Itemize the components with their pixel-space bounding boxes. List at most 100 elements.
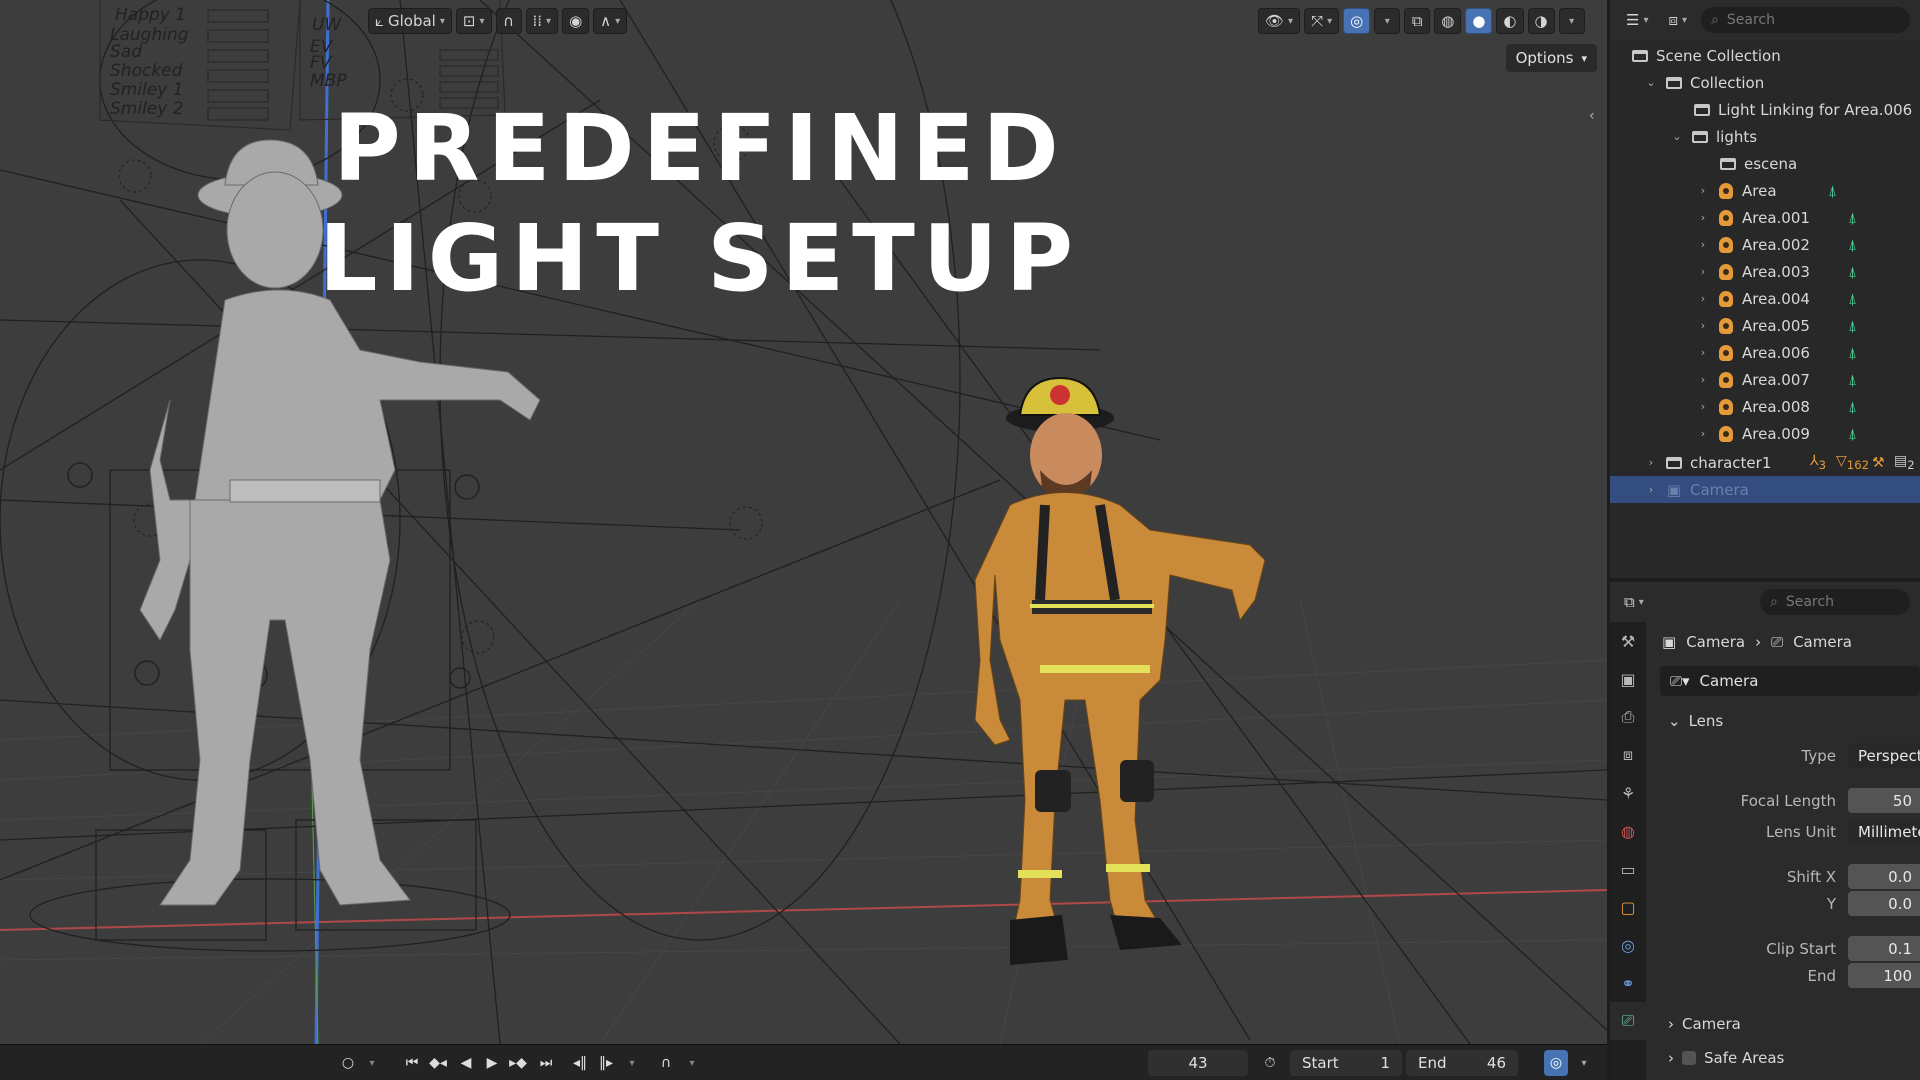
outliner-row-camera[interactable]: › ▣ Camera [1610,476,1920,503]
expand-arrow-icon[interactable]: › [1696,265,1710,278]
physics-tab-icon[interactable]: ◎ [1610,926,1646,964]
wireframe-shading-button[interactable]: ◍ [1434,8,1462,34]
outliner-row-area-008[interactable]: › Area.008 ⍋ [1610,393,1920,420]
chevron-down-icon[interactable]: ▾ [360,1050,384,1076]
record-icon[interactable]: ○ [336,1050,360,1076]
visibility-dropdown[interactable]: 👁 ▾ [1258,8,1301,34]
outliner-row-area-007[interactable]: › Area.007 ⍋ [1610,366,1920,393]
proportional-edit-toggle[interactable]: ◉ [562,8,590,34]
lens-panel-header[interactable]: ⌄ Lens [1650,704,1920,738]
pivot-point-dropdown[interactable]: ⊡ ▾ [455,8,492,34]
expand-arrow-icon[interactable]: › [1696,319,1710,332]
constraints-tab-icon[interactable]: ⚭ [1610,964,1646,1002]
auto-keying-icon[interactable]: ∩ [654,1050,678,1076]
outliner-row-area-009[interactable]: › Area.009 ⍋ [1610,420,1920,447]
expand-arrow-icon[interactable]: › [1644,483,1658,496]
render-tab-icon[interactable]: ▣ [1610,660,1646,698]
end-frame-field[interactable]: End 46 [1406,1050,1518,1076]
clip-start-field[interactable]: 0.1 [1848,936,1920,961]
outliner-row-light-linking[interactable]: Light Linking for Area.006 [1610,96,1920,123]
stopwatch-icon[interactable]: ⏱ [1258,1050,1282,1076]
3d-viewport[interactable]: Happy 1 Laughing Sad Shocked Smiley 1 Sm… [0,0,1607,1044]
camera-subpanel-header[interactable]: › Camera [1650,1007,1920,1041]
falloff-dropdown[interactable]: ∧ ▾ [593,8,628,34]
pose-icon[interactable]: ⚒ [1872,455,1885,471]
sidebar-collapse-icon[interactable]: ‹ [1589,108,1603,130]
light-data-icon[interactable]: ⍋ [1848,209,1857,227]
solid-shading-button[interactable]: ● [1465,8,1493,34]
view-layer-tab-icon[interactable]: ⧈ [1610,736,1646,774]
display-mode-dropdown[interactable]: ⧈ ▾ [1662,7,1693,33]
outliner-row-collection[interactable]: ⌄ Collection [1610,69,1920,96]
mesh-filter-icon[interactable]: ▽162 [1836,453,1869,472]
start-frame-field[interactable]: Start 1 [1290,1050,1402,1076]
outliner-row-character1[interactable]: › character1 ⅄3 ▽162 ⚒ ▤2 [1610,449,1920,476]
clip-end-field[interactable]: 100 [1848,963,1920,988]
shift-x-field[interactable]: 0.0 [1848,864,1920,889]
shading-dropdown[interactable]: ▾ [1558,8,1585,34]
expand-arrow-icon[interactable]: › [1696,292,1710,305]
light-data-icon[interactable]: ⍋ [1848,317,1857,335]
checkbox[interactable] [1682,1051,1696,1065]
tool-tab-icon[interactable]: ⚒ [1610,622,1646,660]
outliner-row-area-004[interactable]: › Area.004 ⍋ [1610,285,1920,312]
play-icon[interactable]: ▶ [480,1050,504,1076]
xray-toggle[interactable]: ⧉ [1404,8,1431,34]
prev-frame-icon[interactable]: ◂‖ [568,1050,592,1076]
overlays-toggle[interactable]: ◎ [1343,8,1371,34]
prev-keyframe-icon[interactable]: ◆◂ [426,1050,450,1076]
chevron-down-icon[interactable]: ▾ [1572,1050,1596,1076]
expand-arrow-icon[interactable]: › [1696,346,1710,359]
world-tab-icon[interactable]: ◍ [1610,812,1646,850]
scene-tab-icon[interactable]: ⚘ [1610,774,1646,812]
light-data-icon[interactable]: ⍋ [1848,290,1857,308]
properties-editor[interactable]: ⧉ ▾ ⌕ Search ⚒ ▣ ⎙ ⧈ ⚘ ◍ ▭ ▢ ◎ ⚭ ⎚ ▣ Cam… [1610,582,1920,1080]
expand-arrow-icon[interactable]: ⌄ [1644,76,1658,89]
expand-arrow-icon[interactable]: › [1696,400,1710,413]
shift-y-field[interactable]: 0.0 [1848,891,1920,916]
editor-type-dropdown[interactable]: ⧉ ▾ [1618,589,1650,615]
outliner-row-area-006[interactable]: › Area.006 ⍋ [1610,339,1920,366]
expand-arrow-icon[interactable]: › [1696,373,1710,386]
snap-toggle[interactable]: ∩ [495,8,522,34]
object-tab-icon[interactable]: ▢ [1610,888,1646,926]
light-data-icon[interactable]: ⍋ [1848,263,1857,281]
light-data-icon[interactable]: ⍋ [1828,182,1837,200]
outliner-row-scene-collection[interactable]: Scene Collection [1610,42,1920,69]
expand-arrow-icon[interactable]: › [1696,238,1710,251]
safe-areas-subpanel-header[interactable]: › Safe Areas [1650,1041,1920,1075]
next-keyframe-icon[interactable]: ▸◆ [506,1050,530,1076]
expand-arrow-icon[interactable]: › [1696,211,1710,224]
gizmo-toggle[interactable]: ⤧ ▾ [1304,8,1340,34]
light-data-icon[interactable]: ⍋ [1848,236,1857,254]
collection-tab-icon[interactable]: ▭ [1610,850,1646,888]
transform-orientation-dropdown[interactable]: ⟀ Global ▾ [368,8,452,34]
light-data-icon[interactable]: ⍋ [1848,425,1857,443]
expand-arrow-icon[interactable]: › [1696,184,1710,197]
light-data-icon[interactable]: ⍋ [1848,344,1857,362]
light-data-icon[interactable]: ⍋ [1848,398,1857,416]
outliner-search-input[interactable]: ⌕ Search [1701,7,1910,33]
snap-target-dropdown[interactable]: ⁞⁞ ▾ [525,8,559,34]
camera-data-name-field[interactable]: ⎚▾ Camera [1660,666,1920,696]
material-shading-button[interactable]: ◐ [1496,8,1524,34]
properties-search-input[interactable]: ⌕ Search [1760,589,1910,615]
options-dropdown[interactable]: Options ▾ [1505,44,1597,72]
outliner-row-area-001[interactable]: › Area.001 ⍋ [1610,204,1920,231]
collection-badge-icon[interactable]: ▤2 [1894,453,1915,472]
expand-arrow-icon[interactable]: ⌄ [1670,130,1684,143]
light-data-icon[interactable]: ⍋ [1848,371,1857,389]
armature-icon[interactable]: ⅄3 [1810,453,1826,472]
expand-arrow-icon[interactable]: › [1696,427,1710,440]
editor-type-dropdown[interactable]: ☰ ▾ [1620,7,1654,33]
outliner-row-lights[interactable]: ⌄ lights [1610,123,1920,150]
play-reverse-icon[interactable]: ◀ [454,1050,478,1076]
lens-unit-select[interactable]: Millimeters [1848,819,1920,844]
outliner-row-escena[interactable]: escena [1610,150,1920,177]
outliner-row-area-005[interactable]: › Area.005 ⍋ [1610,312,1920,339]
camera-data-tab-icon[interactable]: ⎚ [1610,1002,1646,1040]
type-select[interactable]: Perspective [1848,743,1920,768]
rendered-shading-button[interactable]: ◑ [1527,8,1555,34]
focal-length-field[interactable]: 50 [1848,788,1920,813]
outliner-row-area-003[interactable]: › Area.003 ⍋ [1610,258,1920,285]
